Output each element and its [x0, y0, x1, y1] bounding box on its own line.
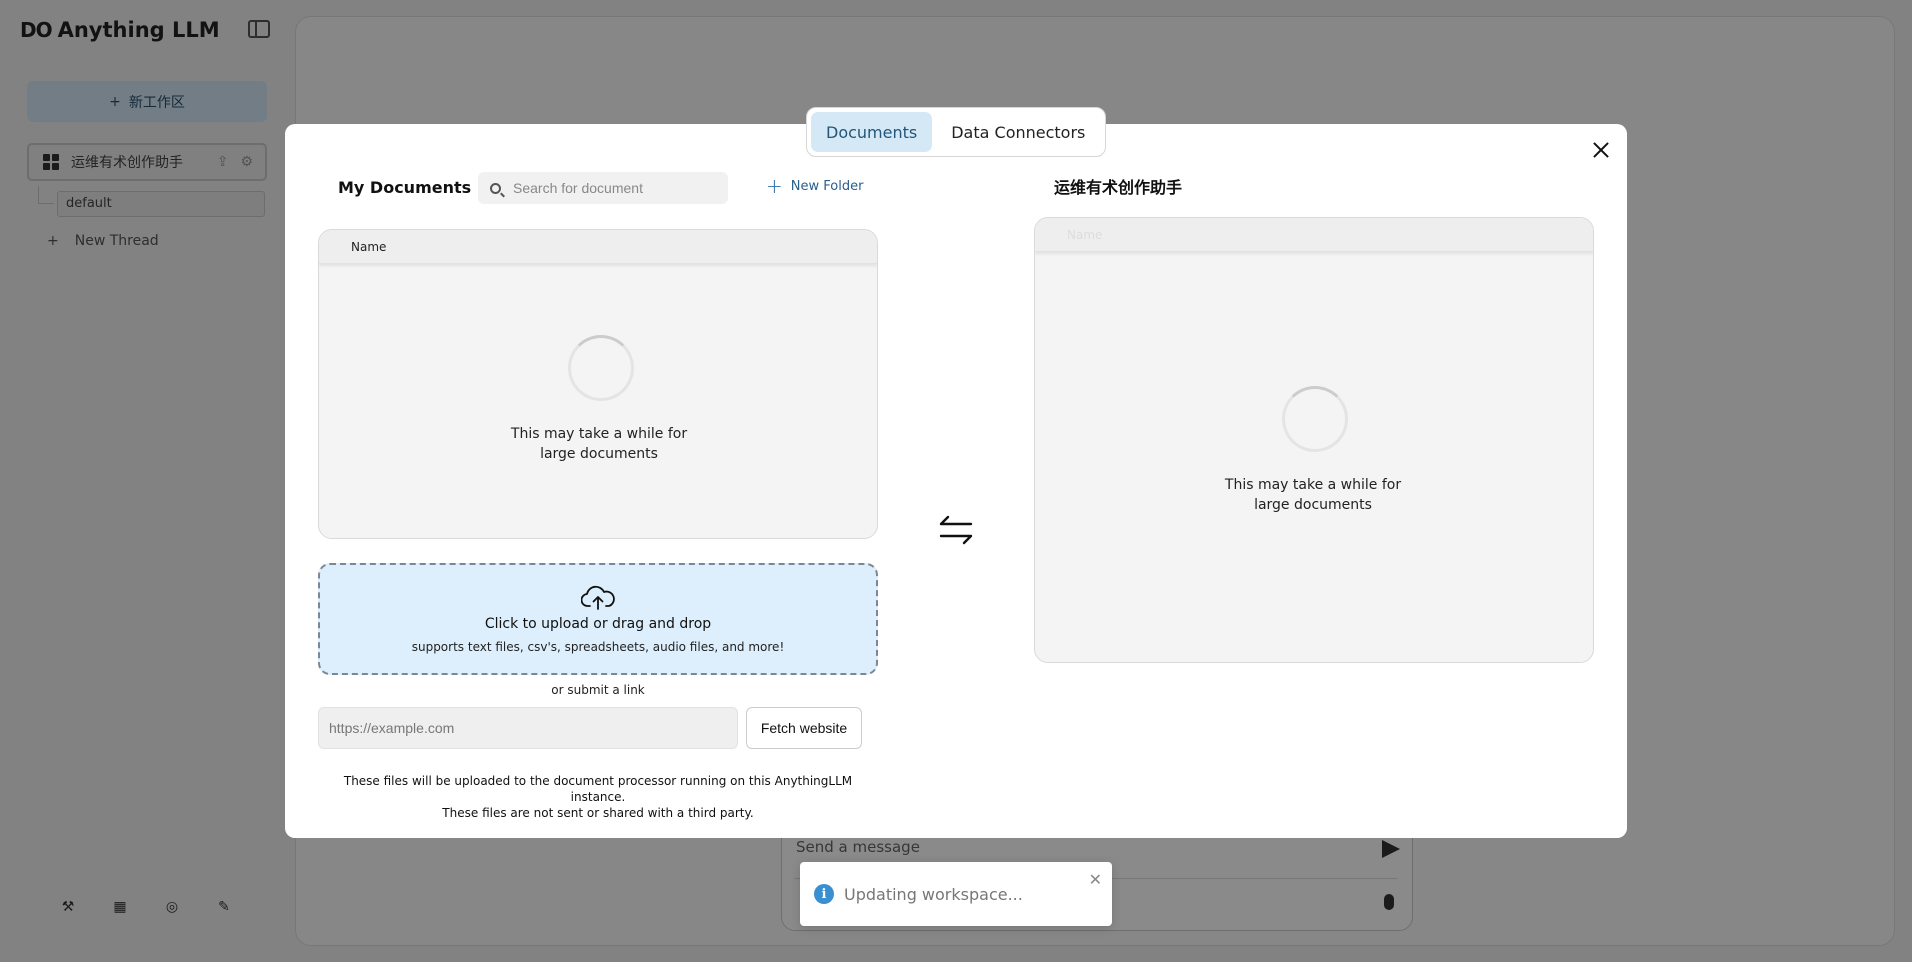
table-header-name[interactable]: Name [1035, 218, 1593, 252]
disclaimer-line-2: These files are not sent or shared with … [442, 806, 754, 820]
my-documents-title: My Documents [338, 178, 472, 197]
table-header-name[interactable]: Name [319, 230, 877, 264]
upload-disclaimer: These files will be uploaded to the docu… [318, 773, 878, 821]
modal-tabs: Documents Data Connectors [806, 107, 1106, 157]
url-input[interactable] [318, 707, 738, 749]
workspace-documents-list: Name This may take a while for large doc… [1034, 217, 1594, 663]
new-folder-button[interactable]: + New Folder [766, 174, 864, 198]
tab-documents[interactable]: Documents [811, 112, 933, 152]
close-icon[interactable]: ✕ [1089, 870, 1102, 889]
fetch-website-button[interactable]: Fetch website [746, 707, 862, 749]
toast-notification: i Updating workspace... ✕ [800, 862, 1112, 926]
swap-arrows-icon[interactable] [938, 512, 974, 548]
toast-message: Updating workspace... [844, 884, 1023, 904]
close-icon[interactable] [1590, 139, 1612, 161]
workspace-documents-title: 运维有术创作助手 [1054, 178, 1183, 197]
loading-line-2: large documents [540, 446, 658, 462]
loading-line-1: This may take a while for [510, 426, 688, 442]
loading-line-2: large documents [1254, 497, 1372, 513]
loading-spinner-icon [568, 335, 634, 401]
file-upload-dropzone[interactable]: Click to upload or drag and drop support… [318, 563, 878, 675]
document-search [478, 172, 728, 204]
loading-message: This may take a while for large document… [499, 424, 699, 464]
upload-subtitle: supports text files, csv's, spreadsheets… [411, 640, 785, 654]
new-folder-label: New Folder [790, 178, 864, 194]
loading-message: This may take a while for large document… [1213, 475, 1413, 515]
loading-line-1: This may take a while for [1224, 477, 1402, 493]
search-icon [490, 182, 501, 194]
search-input[interactable] [513, 180, 713, 196]
loading-spinner-icon [1282, 386, 1348, 452]
tab-data-connectors[interactable]: Data Connectors [936, 112, 1100, 152]
upload-title: Click to upload or drag and drop [484, 616, 712, 632]
my-documents-list: Name This may take a while for large doc… [318, 229, 878, 539]
plus-icon: + [766, 174, 783, 198]
info-icon: i [814, 884, 834, 904]
cloud-upload-icon [581, 585, 615, 610]
or-submit-link-label: or submit a link [551, 683, 645, 697]
disclaimer-line-1: These files will be uploaded to the docu… [343, 774, 853, 804]
